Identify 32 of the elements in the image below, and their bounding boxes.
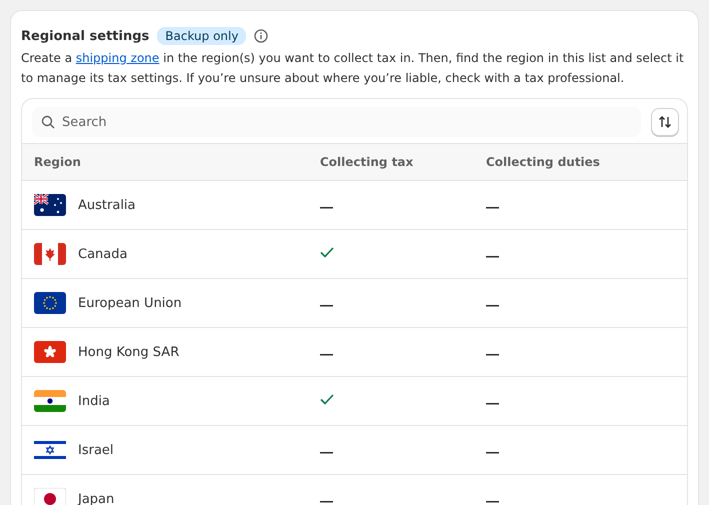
- flag-icon: [34, 292, 66, 314]
- region-name: Australia: [78, 198, 136, 212]
- region-name: Canada: [78, 246, 128, 262]
- flag-icon: [34, 439, 66, 461]
- flag-icon: [34, 243, 66, 265]
- region-row[interactable]: Canada: [22, 229, 687, 278]
- region-name: India: [78, 394, 110, 408]
- column-header: Collecting duties: [486, 155, 601, 169]
- region-row[interactable]: Japan: [22, 474, 687, 505]
- section-title: Regional settings: [21, 28, 150, 44]
- region-name: European Union: [78, 296, 182, 310]
- flag-icon: [34, 194, 66, 216]
- search-field[interactable]: Search: [32, 107, 641, 137]
- search-icon: [41, 115, 55, 129]
- status-badge: Backup only: [157, 27, 246, 45]
- region-row[interactable]: Australia: [22, 180, 687, 229]
- region-row[interactable]: European Union: [22, 278, 687, 327]
- column-header: Region: [34, 155, 82, 169]
- region-name: Hong Kong SAR: [78, 344, 180, 360]
- region-name: Japan: [78, 492, 114, 505]
- region-name: Israel: [78, 442, 114, 458]
- flag-icon: [34, 390, 66, 412]
- sort-button[interactable]: [651, 108, 679, 136]
- region-row[interactable]: India: [22, 376, 687, 425]
- region-row[interactable]: Israel: [22, 425, 687, 474]
- column-header: Collecting tax: [320, 155, 414, 169]
- shipping-zone-link[interactable]: shipping zone: [76, 51, 160, 65]
- description-text: Create a shipping zone in the region(s) you want to collect tax in. Then, find the region in this list and select it to manage its tax settings. If you’re unsure about where you’re liable, check with a tax professional.: [21, 50, 685, 87]
- info-icon[interactable]: [254, 29, 268, 43]
- sort-icon: [658, 115, 672, 129]
- region-row[interactable]: Hong Kong SAR: [22, 327, 687, 376]
- flag-icon: [34, 341, 66, 363]
